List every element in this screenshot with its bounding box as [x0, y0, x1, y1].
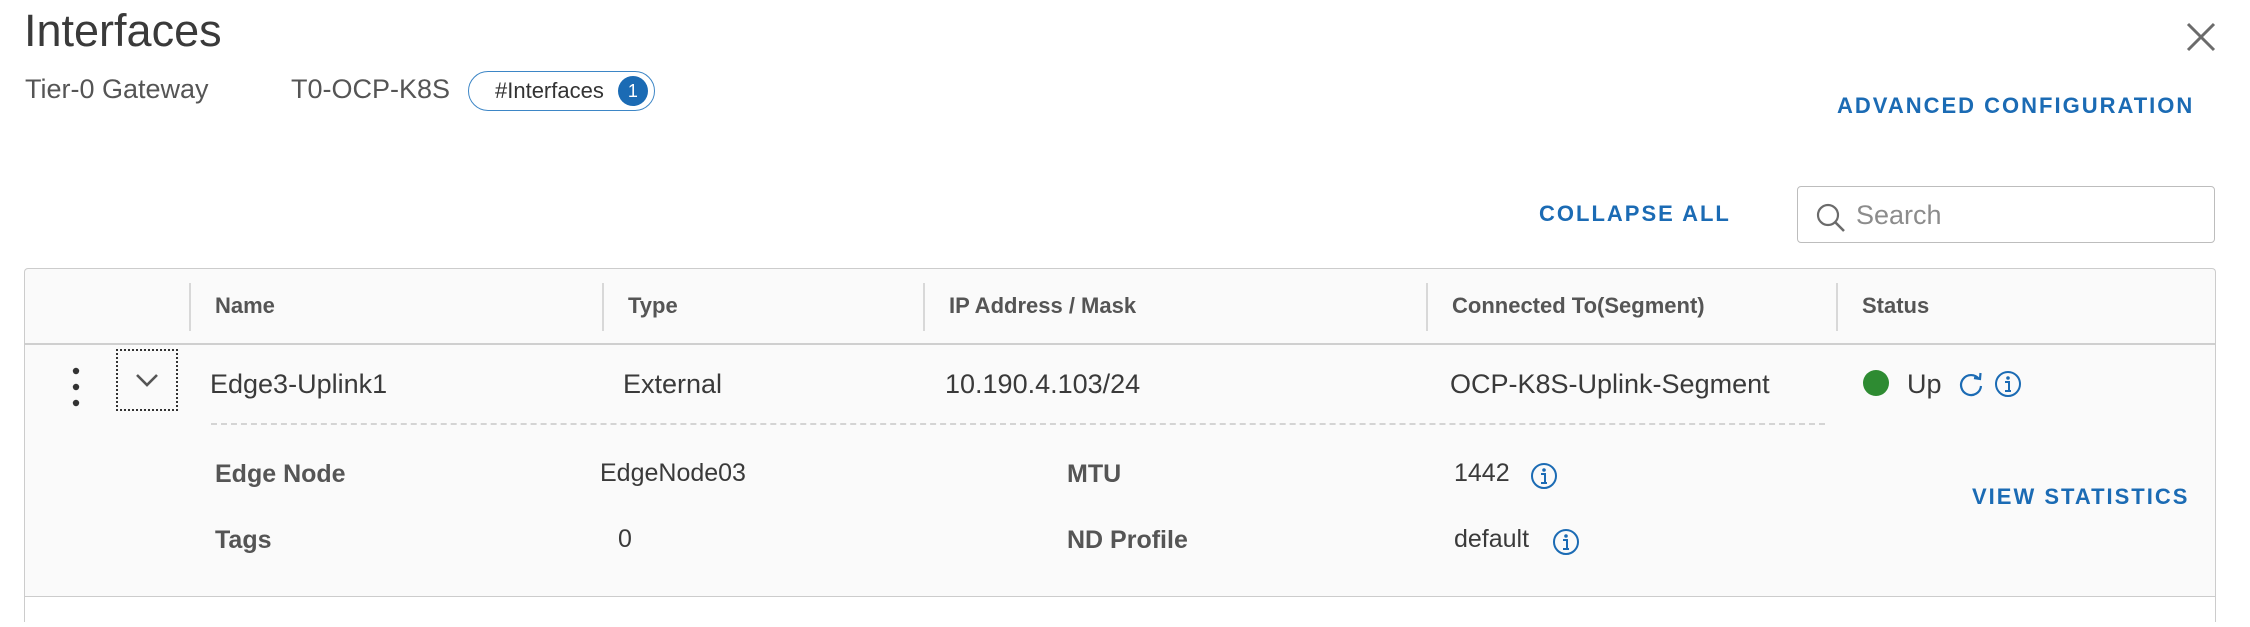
column-separator	[1426, 283, 1428, 331]
column-separator	[923, 283, 925, 331]
detail-value-edge-node: EdgeNode03	[600, 459, 746, 487]
next-row-placeholder	[25, 596, 2215, 627]
interfaces-count: 1	[617, 76, 648, 106]
column-header-status[interactable]: Status	[1862, 293, 1929, 319]
mtu-info-icon[interactable]	[1530, 462, 1558, 490]
view-statistics-link[interactable]: VIEW STATISTICS	[1972, 484, 2189, 510]
close-icon	[2186, 22, 2216, 52]
interface-type: External	[623, 369, 723, 399]
column-separator	[602, 283, 604, 331]
nd-profile-info-icon[interactable]	[1552, 528, 1580, 556]
kebab-menu-icon[interactable]	[63, 365, 89, 409]
status-text: Up	[1907, 369, 1942, 399]
chevron-down-icon	[136, 374, 158, 387]
info-icon[interactable]	[1994, 370, 2022, 398]
detail-value-mtu: 1442	[1454, 459, 1510, 487]
search-input[interactable]	[1854, 195, 2198, 235]
refresh-icon[interactable]	[1957, 370, 1985, 398]
collapse-all-button[interactable]: COLLAPSE ALL	[1539, 201, 1731, 227]
advanced-configuration-link[interactable]: ADVANCED CONFIGURATION	[1837, 93, 2194, 119]
page-title: Interfaces	[24, 5, 222, 56]
interfaces-badge-label: #Interfaces	[495, 78, 604, 103]
interface-segment: OCP-K8S-Uplink-Segment	[1450, 369, 1770, 399]
column-separator	[189, 283, 191, 331]
close-button[interactable]	[2180, 16, 2222, 58]
detail-label-edge-node: Edge Node	[215, 460, 346, 488]
gateway-name: T0-OCP-K8S	[291, 74, 451, 104]
detail-value-nd-profile: default	[1454, 525, 1530, 553]
detail-label-nd-profile: ND Profile	[1067, 526, 1188, 554]
table-header: Name Type IP Address / Mask Connected To…	[25, 269, 2215, 345]
status-up-indicator	[1863, 370, 1889, 396]
gateway-type-label: Tier-0 Gateway	[25, 74, 209, 104]
interface-name: Edge3-Uplink1	[210, 369, 388, 399]
column-header-ip[interactable]: IP Address / Mask	[949, 293, 1136, 319]
row-divider	[211, 423, 1825, 425]
row-expand-toggle[interactable]	[116, 349, 178, 411]
interface-ip: 10.190.4.103/24	[945, 369, 1141, 399]
detail-value-tags[interactable]: 0	[618, 525, 632, 554]
column-separator	[1836, 283, 1838, 331]
column-header-segment[interactable]: Connected To(Segment)	[1452, 293, 1705, 319]
interfaces-count-badge: #Interfaces 1	[468, 71, 655, 111]
detail-label-tags: Tags	[215, 526, 272, 554]
search-icon	[1816, 203, 1845, 232]
detail-label-mtu: MTU	[1067, 460, 1122, 488]
interfaces-table: Name Type IP Address / Mask Connected To…	[24, 268, 2216, 627]
column-header-type[interactable]: Type	[628, 293, 678, 319]
column-header-name[interactable]: Name	[215, 293, 275, 319]
search-box[interactable]	[1797, 186, 2215, 243]
